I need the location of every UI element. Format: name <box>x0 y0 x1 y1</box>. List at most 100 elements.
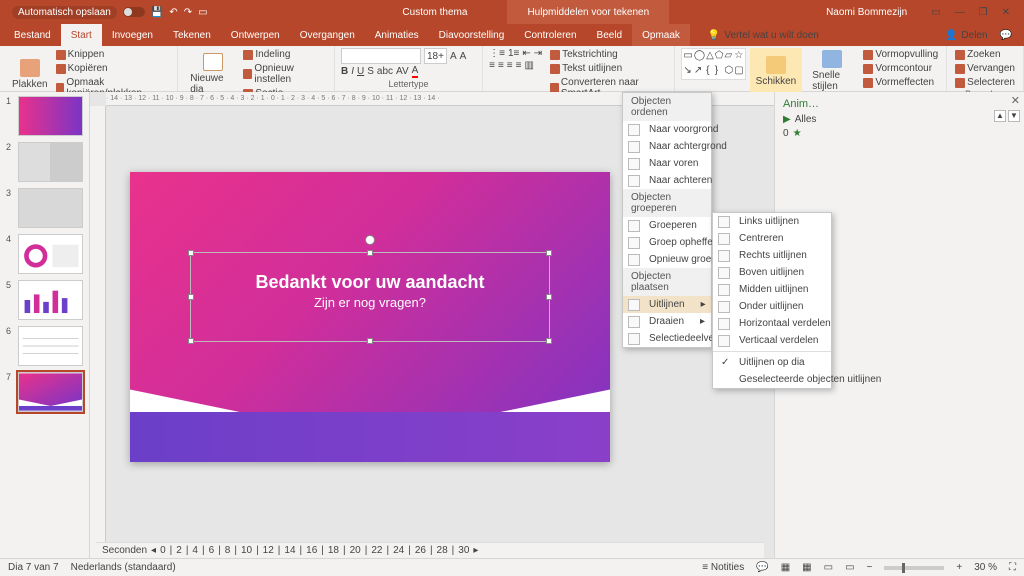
tab-view[interactable]: Beeld <box>587 24 633 46</box>
anim-item-0[interactable]: 0★ <box>783 128 1016 139</box>
quick-styles-button[interactable]: Snelle stijlen <box>806 48 857 94</box>
zoom-out-icon[interactable]: − <box>867 562 873 573</box>
font-color-button[interactable]: A <box>412 65 419 78</box>
shrink-font-icon[interactable]: A <box>460 51 467 62</box>
fit-window-icon[interactable]: ⛶ <box>1009 562 1016 573</box>
timeline-scroll-right-icon[interactable]: ▸ <box>473 545 478 556</box>
autosave-switch[interactable] <box>123 7 145 17</box>
align-center-icon[interactable]: ≡ <box>498 60 504 71</box>
select-button[interactable]: Selecteren <box>953 76 1017 89</box>
ribbon-options-icon[interactable]: ▭ <box>931 7 940 18</box>
play-all-button[interactable]: ▶Alles <box>783 114 1016 125</box>
shape-fill-button[interactable]: Vormopvulling <box>861 48 940 61</box>
zoom-slider[interactable] <box>884 566 944 570</box>
columns-icon[interactable]: ▥ <box>524 60 533 71</box>
slide-counter[interactable]: Dia 7 van 7 <box>8 562 59 573</box>
resize-handle[interactable] <box>188 250 194 256</box>
mi-distribute-v[interactable]: Verticaal verdelen <box>713 332 831 349</box>
thumb-7[interactable]: 7 <box>6 372 83 412</box>
resize-handle[interactable] <box>367 250 373 256</box>
shape-outline-button[interactable]: Vormcontour <box>861 62 940 75</box>
mi-align[interactable]: Uitlijnen▸ <box>623 296 711 313</box>
slide[interactable]: Bedankt voor uw aandacht Zijn er nog vra… <box>130 172 610 462</box>
tab-animations[interactable]: Animaties <box>365 24 429 46</box>
shape-effects-button[interactable]: Vormeffecten <box>861 76 940 89</box>
user-name[interactable]: Naomi Bommezijn <box>816 7 917 18</box>
grow-font-icon[interactable]: A <box>450 51 457 62</box>
resize-handle[interactable] <box>546 250 552 256</box>
align-text-button[interactable]: Tekst uitlijnen <box>548 62 668 75</box>
tab-file[interactable]: Bestand <box>4 24 61 46</box>
reset-button[interactable]: Opnieuw instellen <box>241 62 328 86</box>
zoom-level[interactable]: 30 % <box>974 562 997 573</box>
mi-rotate[interactable]: Draaien▸ <box>623 313 711 330</box>
view-sorter-icon[interactable]: ▦ <box>802 562 811 573</box>
underline-button[interactable]: U <box>357 66 364 77</box>
thumb-5[interactable]: 5 <box>6 280 83 320</box>
mi-align-right[interactable]: Rechts uitlijnen <box>713 247 831 264</box>
slide-subtitle[interactable]: Zijn er nog vragen? <box>190 295 550 310</box>
view-slideshow-icon[interactable]: ▭ <box>845 562 854 573</box>
mi-bring-forward[interactable]: Naar voren <box>623 155 711 172</box>
cut-button[interactable]: Knippen <box>54 48 172 61</box>
move-up-icon[interactable]: ▲ <box>994 110 1006 122</box>
tell-me[interactable]: 💡Vertel wat u wilt doen <box>708 24 819 46</box>
justify-icon[interactable]: ≡ <box>516 60 522 71</box>
slide-title[interactable]: Bedankt voor uw aandacht <box>190 272 550 293</box>
view-reading-icon[interactable]: ▭ <box>824 562 833 573</box>
language-button[interactable]: Nederlands (standaard) <box>71 562 176 573</box>
save-icon[interactable]: 💾 <box>151 7 163 18</box>
move-down-icon[interactable]: ▼ <box>1008 110 1020 122</box>
tab-insert[interactable]: Invoegen <box>102 24 163 46</box>
close-pane-icon[interactable]: ✕ <box>1011 94 1020 107</box>
resize-handle[interactable] <box>546 338 552 344</box>
comments-icon[interactable]: 💬 <box>1000 30 1012 41</box>
animation-timeline[interactable]: Seconden◂ 0|2|4|6|8|10|12|14|16|18|20|22… <box>96 542 764 558</box>
mi-distribute-h[interactable]: Horizontaal verdelen <box>713 315 831 332</box>
shapes-gallery[interactable]: ▭◯△⬠▱☆↘↗{}⬡▢ <box>681 48 745 80</box>
resize-handle[interactable] <box>367 338 373 344</box>
mi-bring-to-front[interactable]: Naar voorgrond <box>623 121 711 138</box>
mi-send-to-back[interactable]: Naar achtergrond <box>623 138 711 155</box>
zoom-in-icon[interactable]: + <box>956 562 962 573</box>
arrange-button[interactable]: Schikken <box>750 48 803 94</box>
tab-transitions[interactable]: Overgangen <box>290 24 365 46</box>
font-size-select[interactable]: 18+ <box>424 48 447 64</box>
text-direction-button[interactable]: Tekstrichting <box>548 48 668 61</box>
timeline-scroll-left-icon[interactable]: ◂ <box>151 545 156 556</box>
comments-button[interactable]: 💬 <box>756 562 768 573</box>
undo-icon[interactable]: ↶ <box>169 7 177 18</box>
tab-review[interactable]: Controleren <box>514 24 586 46</box>
share-button[interactable]: 👤Delen💬 <box>933 24 1024 46</box>
bold-button[interactable]: B <box>341 66 348 77</box>
tab-home[interactable]: Start <box>61 24 102 46</box>
indent-inc-icon[interactable]: ⇥ <box>534 48 542 59</box>
close-icon[interactable]: ✕ <box>1002 7 1010 18</box>
mi-align-to-slide[interactable]: ✓Uitlijnen op dia <box>713 354 831 371</box>
maximize-icon[interactable]: ❐ <box>979 7 988 18</box>
shadow-button[interactable]: S <box>367 66 374 77</box>
thumb-2[interactable]: 2 <box>6 142 83 182</box>
thumb-6[interactable]: 6 <box>6 326 83 366</box>
indent-dec-icon[interactable]: ⇤ <box>522 48 530 59</box>
autosave-toggle[interactable]: Automatisch opslaan <box>12 6 117 19</box>
bullets-icon[interactable]: ⋮≡ <box>489 48 505 59</box>
mi-align-center[interactable]: Centreren <box>713 230 831 247</box>
minimize-icon[interactable]: — <box>955 7 965 18</box>
mi-align-top[interactable]: Boven uitlijnen <box>713 264 831 281</box>
mi-send-backward[interactable]: Naar achteren <box>623 172 711 189</box>
layout-button[interactable]: Indeling <box>241 48 328 61</box>
rotate-handle-icon[interactable] <box>365 235 375 245</box>
italic-button[interactable]: I <box>351 66 354 77</box>
thumb-3[interactable]: 3 <box>6 188 83 228</box>
align-right-icon[interactable]: ≡ <box>507 60 513 71</box>
mi-align-bottom[interactable]: Onder uitlijnen <box>713 298 831 315</box>
tab-format[interactable]: Opmaak <box>632 24 690 46</box>
mi-selection-pane[interactable]: Selectiedeelvenster... <box>623 330 711 347</box>
mi-align-middle[interactable]: Midden uitlijnen <box>713 281 831 298</box>
tab-design[interactable]: Ontwerpen <box>221 24 290 46</box>
resize-handle[interactable] <box>188 338 194 344</box>
mi-align-left[interactable]: Links uitlijnen <box>713 213 831 230</box>
start-slideshow-icon[interactable]: ▭ <box>198 7 207 18</box>
notes-button[interactable]: ≡ Notities <box>702 562 744 573</box>
